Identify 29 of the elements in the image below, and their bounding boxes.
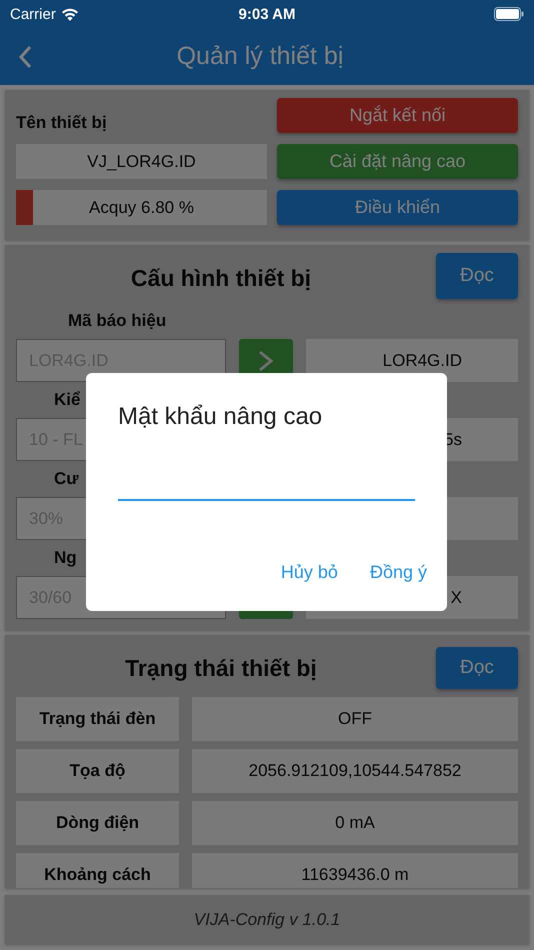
device-name-field: VJ_LOR4G.ID xyxy=(16,144,267,179)
table-cell: 0 mA xyxy=(192,801,518,845)
table-cell: 2056.912109,10544.547852 xyxy=(192,749,518,793)
table-cell: Dòng điện xyxy=(16,801,179,845)
carrier-label: Carrier xyxy=(10,6,56,22)
table-cell: Khoảng cách xyxy=(16,853,179,888)
field-label: Mã báo hiệu xyxy=(68,310,166,332)
version-text: VIJA-Config v 1.0.1 xyxy=(194,910,340,930)
action-button[interactable]: Điều khiển xyxy=(277,190,518,225)
section-title: Cấu hình thiết bị xyxy=(130,264,312,292)
field-label: Kiể xyxy=(54,389,80,411)
clock: 9:03 AM xyxy=(238,6,296,22)
table-cell: OFF xyxy=(192,697,518,741)
device-name-label: Tên thiết bị xyxy=(16,113,108,133)
field-label: Ng xyxy=(54,547,77,569)
battery-text: Acquy 6.80 % xyxy=(89,198,194,218)
field-label: Cư xyxy=(54,468,79,490)
dialog-button[interactable]: Đồng ý xyxy=(370,560,427,585)
action-button[interactable]: Ngắt kết nối xyxy=(277,98,518,133)
read-button[interactable]: Đọc xyxy=(436,647,518,689)
section-title: Trạng thái thiết bị xyxy=(124,654,318,682)
table-cell: Trạng thái đèn xyxy=(16,697,179,741)
action-button[interactable]: Cài đặt nâng cao xyxy=(277,144,518,179)
table-cell: Tọa độ xyxy=(16,749,179,793)
dialog-button[interactable]: Hủy bỏ xyxy=(280,560,338,585)
dialog-title: Mật khẩu nâng cao xyxy=(118,403,324,431)
read-button[interactable]: Đọc xyxy=(436,253,518,299)
screen-title: Quản lý thiết bị xyxy=(176,42,344,71)
table-cell: 11639436.0 m xyxy=(192,853,518,888)
